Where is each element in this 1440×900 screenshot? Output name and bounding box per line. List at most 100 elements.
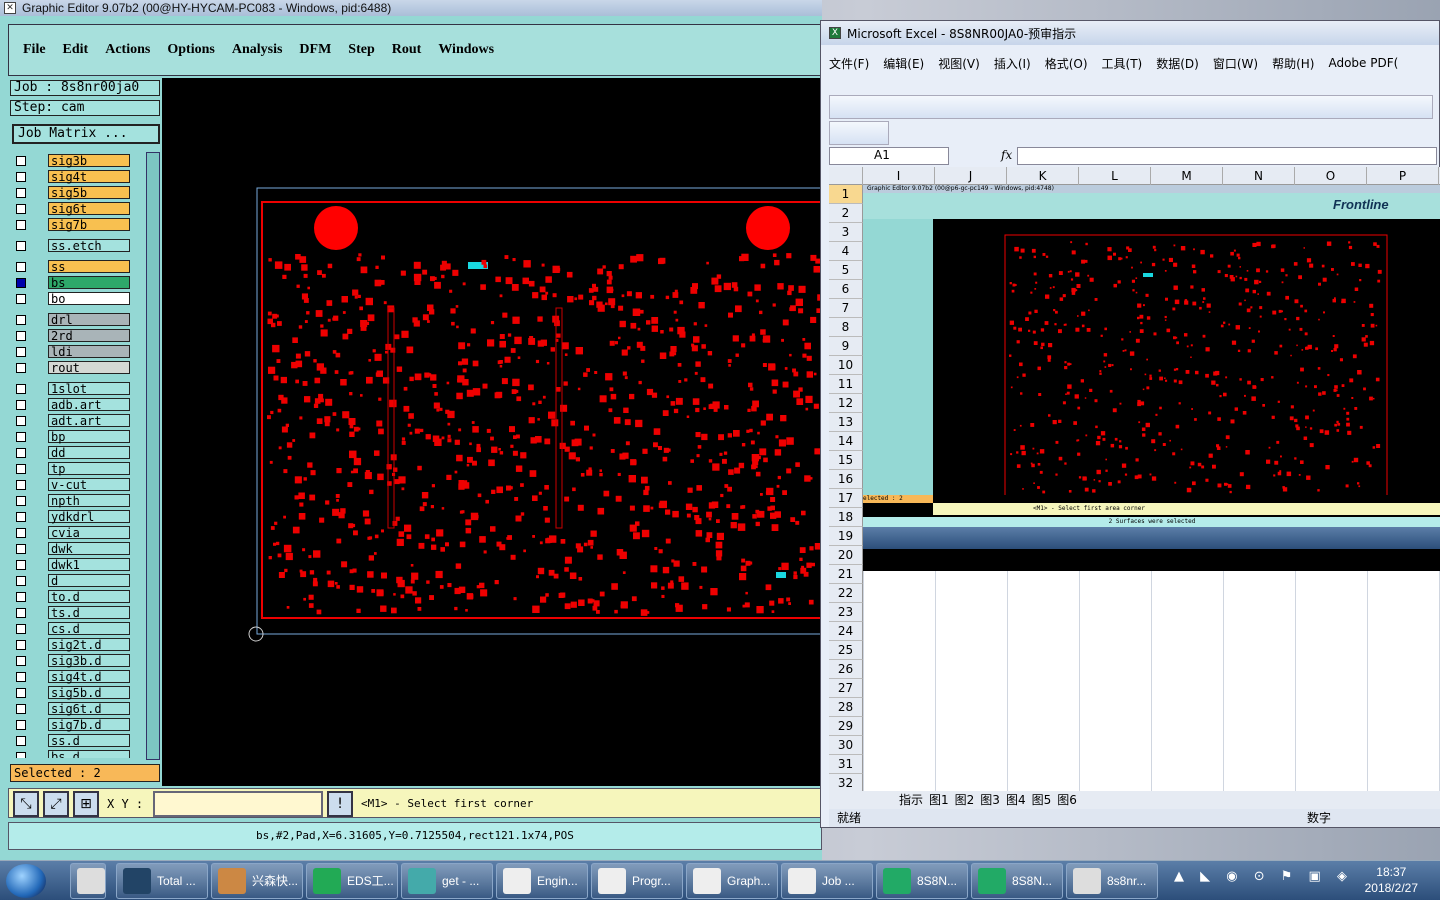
layer-name[interactable]: sig3b.d bbox=[48, 654, 130, 668]
layer-name[interactable]: adt.art bbox=[48, 414, 130, 428]
layer-row[interactable]: ldi bbox=[10, 345, 134, 359]
layer-name[interactable]: cvia bbox=[48, 526, 130, 540]
layer-row[interactable]: bs bbox=[10, 276, 134, 290]
layer-row[interactable]: sig6t.d bbox=[10, 702, 134, 716]
layer-checkbox[interactable] bbox=[16, 416, 26, 426]
layer-name[interactable]: tp bbox=[48, 462, 130, 476]
layer-name[interactable]: rout bbox=[48, 361, 130, 375]
pcb-canvas[interactable] bbox=[162, 78, 828, 786]
layer-row[interactable]: cs.d bbox=[10, 622, 134, 636]
taskbar-item[interactable]: 8S8N... bbox=[971, 863, 1063, 899]
layer-checkbox[interactable] bbox=[16, 640, 26, 650]
layer-checkbox[interactable] bbox=[16, 464, 26, 474]
layer-row[interactable]: ss bbox=[10, 260, 134, 274]
layer-row[interactable]: 2rd bbox=[10, 329, 134, 343]
layer-row[interactable]: adb.art bbox=[10, 398, 134, 412]
layer-checkbox[interactable] bbox=[16, 480, 26, 490]
row-header[interactable]: 12 bbox=[829, 394, 863, 413]
layer-checkbox[interactable] bbox=[16, 220, 26, 230]
layer-checkbox[interactable] bbox=[16, 172, 26, 182]
spreadsheet-grid[interactable]: IJKLMNOP 1 2 3 4 5 6 7 8 9 10 11 12 13 14 15 16 17 18 19 20… bbox=[829, 167, 1440, 791]
layer-row[interactable]: sig3b.d bbox=[10, 654, 134, 668]
layer-checkbox[interactable] bbox=[16, 278, 26, 288]
row-header[interactable]: 25 bbox=[829, 641, 863, 660]
menu-options[interactable]: Options bbox=[167, 42, 214, 58]
column-header[interactable]: N bbox=[1223, 167, 1295, 185]
layer-name[interactable]: sig4t bbox=[48, 170, 130, 184]
layer-name[interactable]: bs bbox=[48, 276, 130, 290]
xl-menu-edit[interactable]: 编辑(E) bbox=[883, 55, 924, 72]
row-header[interactable]: 4 bbox=[829, 242, 863, 261]
layer-checkbox[interactable] bbox=[16, 624, 26, 634]
tab-sheet-1[interactable]: 图1 bbox=[929, 791, 949, 809]
layer-name[interactable]: ts.d bbox=[48, 606, 130, 620]
grid-icon[interactable]: ⊞ bbox=[73, 791, 99, 817]
taskbar-item[interactable]: Graph... bbox=[686, 863, 778, 899]
taskbar-item[interactable]: Progr... bbox=[591, 863, 683, 899]
layer-name[interactable]: to.d bbox=[48, 590, 130, 604]
layer-row[interactable]: dwk bbox=[10, 542, 134, 556]
row-header[interactable]: 9 bbox=[829, 337, 863, 356]
excel-title-bar[interactable]: X Microsoft Excel - 8S8NR00JA0-预审指示 bbox=[821, 21, 1439, 45]
row-header[interactable]: 31 bbox=[829, 755, 863, 774]
menu-rout[interactable]: Rout bbox=[392, 42, 422, 58]
layer-name[interactable]: dwk1 bbox=[48, 558, 130, 572]
layer-name[interactable]: sig6t bbox=[48, 202, 130, 216]
layer-name[interactable]: sig3b bbox=[48, 154, 130, 168]
layer-name[interactable]: ss.d bbox=[48, 734, 130, 748]
tab-sheet-5[interactable]: 图5 bbox=[1032, 791, 1052, 809]
layer-name[interactable]: sig5b.d bbox=[48, 686, 130, 700]
row-header[interactable]: 30 bbox=[829, 736, 863, 755]
xy-input[interactable] bbox=[153, 791, 323, 817]
clock[interactable]: 18:37 2018/2/27 bbox=[1365, 864, 1418, 896]
taskbar-item[interactable]: 兴森快... bbox=[211, 863, 303, 899]
layer-checkbox[interactable] bbox=[16, 448, 26, 458]
name-box[interactable]: A1 bbox=[829, 147, 949, 165]
layer-name[interactable]: adb.art bbox=[48, 398, 130, 412]
xl-menu-insert[interactable]: 插入(I) bbox=[994, 55, 1031, 72]
layer-row[interactable]: ss.d bbox=[10, 734, 134, 748]
layer-name[interactable]: sig7b.d bbox=[48, 718, 130, 732]
layer-checkbox[interactable] bbox=[16, 432, 26, 442]
menu-dfm[interactable]: DFM bbox=[299, 42, 331, 58]
layer-checkbox[interactable] bbox=[16, 720, 26, 730]
layer-row[interactable]: bo bbox=[10, 292, 134, 306]
layer-row[interactable]: ydkdrl bbox=[10, 510, 134, 524]
xl-menu-window[interactable]: 窗口(W) bbox=[1213, 55, 1258, 72]
xl-menu-view[interactable]: 视图(V) bbox=[938, 55, 980, 72]
layer-scrollbar[interactable] bbox=[146, 152, 160, 760]
embedded-screenshot[interactable]: Graphic Editor 9.07b2 (00@p6-gc-pc149 - … bbox=[863, 185, 1440, 571]
layer-checkbox[interactable] bbox=[16, 496, 26, 506]
layer-row[interactable]: sig2t.d bbox=[10, 638, 134, 652]
layer-name[interactable]: d bbox=[48, 574, 130, 588]
row-header[interactable]: 17 bbox=[829, 489, 863, 508]
system-tray[interactable]: ▲ ◣ ◉ ⊙ ⚑ ▣ ◈ bbox=[1174, 869, 1353, 884]
layer-row[interactable]: to.d bbox=[10, 590, 134, 604]
layer-row[interactable]: sig5b.d bbox=[10, 686, 134, 700]
layer-checkbox[interactable] bbox=[16, 608, 26, 618]
menu-step[interactable]: Step bbox=[348, 42, 374, 58]
layer-row[interactable]: drl bbox=[10, 313, 134, 327]
layer-name[interactable]: ss.etch bbox=[48, 239, 130, 253]
layer-checkbox[interactable] bbox=[16, 560, 26, 570]
taskbar-calc[interactable] bbox=[70, 863, 106, 899]
tab-sheet-6[interactable]: 图6 bbox=[1057, 791, 1077, 809]
layer-row[interactable]: dwk1 bbox=[10, 558, 134, 572]
column-header[interactable]: M bbox=[1151, 167, 1223, 185]
tab-sheet-0[interactable]: 指示 bbox=[899, 791, 923, 809]
row-header[interactable]: 15 bbox=[829, 451, 863, 470]
layer-checkbox[interactable] bbox=[16, 576, 26, 586]
row-header[interactable]: 32 bbox=[829, 774, 863, 791]
row-header[interactable]: 21 bbox=[829, 565, 863, 584]
layer-row[interactable]: sig5b bbox=[10, 186, 134, 200]
taskbar-item[interactable]: Job ... bbox=[781, 863, 873, 899]
taskbar-item[interactable]: 8s8nr... bbox=[1066, 863, 1158, 899]
layer-name[interactable]: ydkdrl bbox=[48, 510, 130, 524]
layer-name[interactable]: bs.d bbox=[48, 750, 130, 758]
xl-menu-tools[interactable]: 工具(T) bbox=[1102, 55, 1143, 72]
xl-menu-pdf[interactable]: Adobe PDF( bbox=[1328, 56, 1398, 70]
layer-name[interactable]: bo bbox=[48, 292, 130, 306]
layer-name[interactable]: ldi bbox=[48, 345, 130, 359]
layer-checkbox[interactable] bbox=[16, 528, 26, 538]
layer-row[interactable]: npth bbox=[10, 494, 134, 508]
